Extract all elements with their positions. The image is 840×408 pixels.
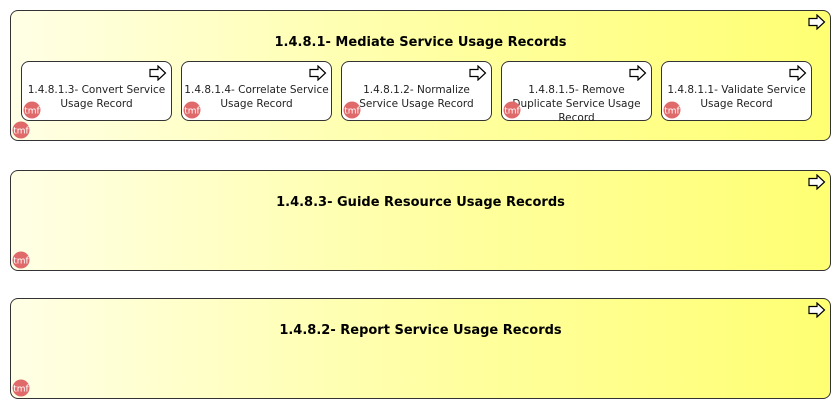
tmf-badge-icon: tmf — [663, 101, 681, 119]
tmf-badge-icon: tmf — [23, 101, 41, 119]
right-arrow-outline-icon — [808, 302, 826, 318]
process-box-mediate-service-usage-records[interactable]: 1.4.8.1- Mediate Service Usage Records 1… — [10, 10, 831, 141]
process-title: 1.4.8.1- Mediate Service Usage Records — [274, 35, 567, 50]
svg-text:tmf: tmf — [24, 107, 40, 117]
tmf-badge-icon: tmf — [12, 379, 30, 397]
svg-text:tmf: tmf — [344, 107, 360, 117]
subprocess-validate-service-usage-record[interactable]: 1.4.8.1.1- Validate Service Usage Record… — [661, 61, 812, 121]
right-arrow-outline-icon — [309, 65, 327, 81]
tmf-badge-icon: tmf — [343, 101, 361, 119]
subprocess-remove-duplicate-service-usage-record[interactable]: 1.4.8.1.5- Remove Duplicate Service Usag… — [501, 61, 652, 124]
svg-text:tmf: tmf — [504, 107, 520, 117]
subprocess-label: 1.4.8.1.3- Convert Service Usage Record — [27, 84, 166, 110]
subprocess-label: 1.4.8.1.1- Validate Service Usage Record — [667, 84, 806, 110]
process-box-report-service-usage-records[interactable]: 1.4.8.2- Report Service Usage Records tm… — [10, 298, 831, 399]
right-arrow-outline-icon — [149, 65, 167, 81]
svg-text:tmf: tmf — [184, 107, 200, 117]
right-arrow-outline-icon — [629, 65, 647, 81]
subprocess-label: 1.4.8.1.2- Normalize Service Usage Recor… — [359, 84, 474, 110]
right-arrow-outline-icon — [808, 174, 826, 190]
subprocess-normalize-service-usage-record[interactable]: 1.4.8.1.2- Normalize Service Usage Recor… — [341, 61, 492, 121]
tmf-badge-icon: tmf — [12, 121, 30, 139]
right-arrow-outline-icon — [808, 14, 826, 30]
subprocess-convert-service-usage-record[interactable]: 1.4.8.1.3- Convert Service Usage Record … — [21, 61, 172, 121]
subprocess-label: 1.4.8.1.5- Remove Duplicate Service Usag… — [512, 84, 641, 124]
process-box-guide-resource-usage-records[interactable]: 1.4.8.3- Guide Resource Usage Records tm… — [10, 170, 831, 271]
subprocess-label: 1.4.8.1.4- Correlate Service Usage Recor… — [184, 84, 329, 110]
svg-text:tmf: tmf — [13, 385, 29, 395]
svg-text:tmf: tmf — [664, 107, 680, 117]
svg-text:tmf: tmf — [13, 257, 29, 267]
right-arrow-outline-icon — [469, 65, 487, 81]
process-title: 1.4.8.2- Report Service Usage Records — [279, 323, 562, 338]
tmf-badge-icon: tmf — [183, 101, 201, 119]
svg-text:tmf: tmf — [13, 127, 29, 137]
tmf-badge-icon: tmf — [12, 251, 30, 269]
right-arrow-outline-icon — [789, 65, 807, 81]
process-title: 1.4.8.3- Guide Resource Usage Records — [276, 195, 565, 210]
tmf-badge-icon: tmf — [503, 101, 521, 119]
subprocess-correlate-service-usage-record[interactable]: 1.4.8.1.4- Correlate Service Usage Recor… — [181, 61, 332, 121]
